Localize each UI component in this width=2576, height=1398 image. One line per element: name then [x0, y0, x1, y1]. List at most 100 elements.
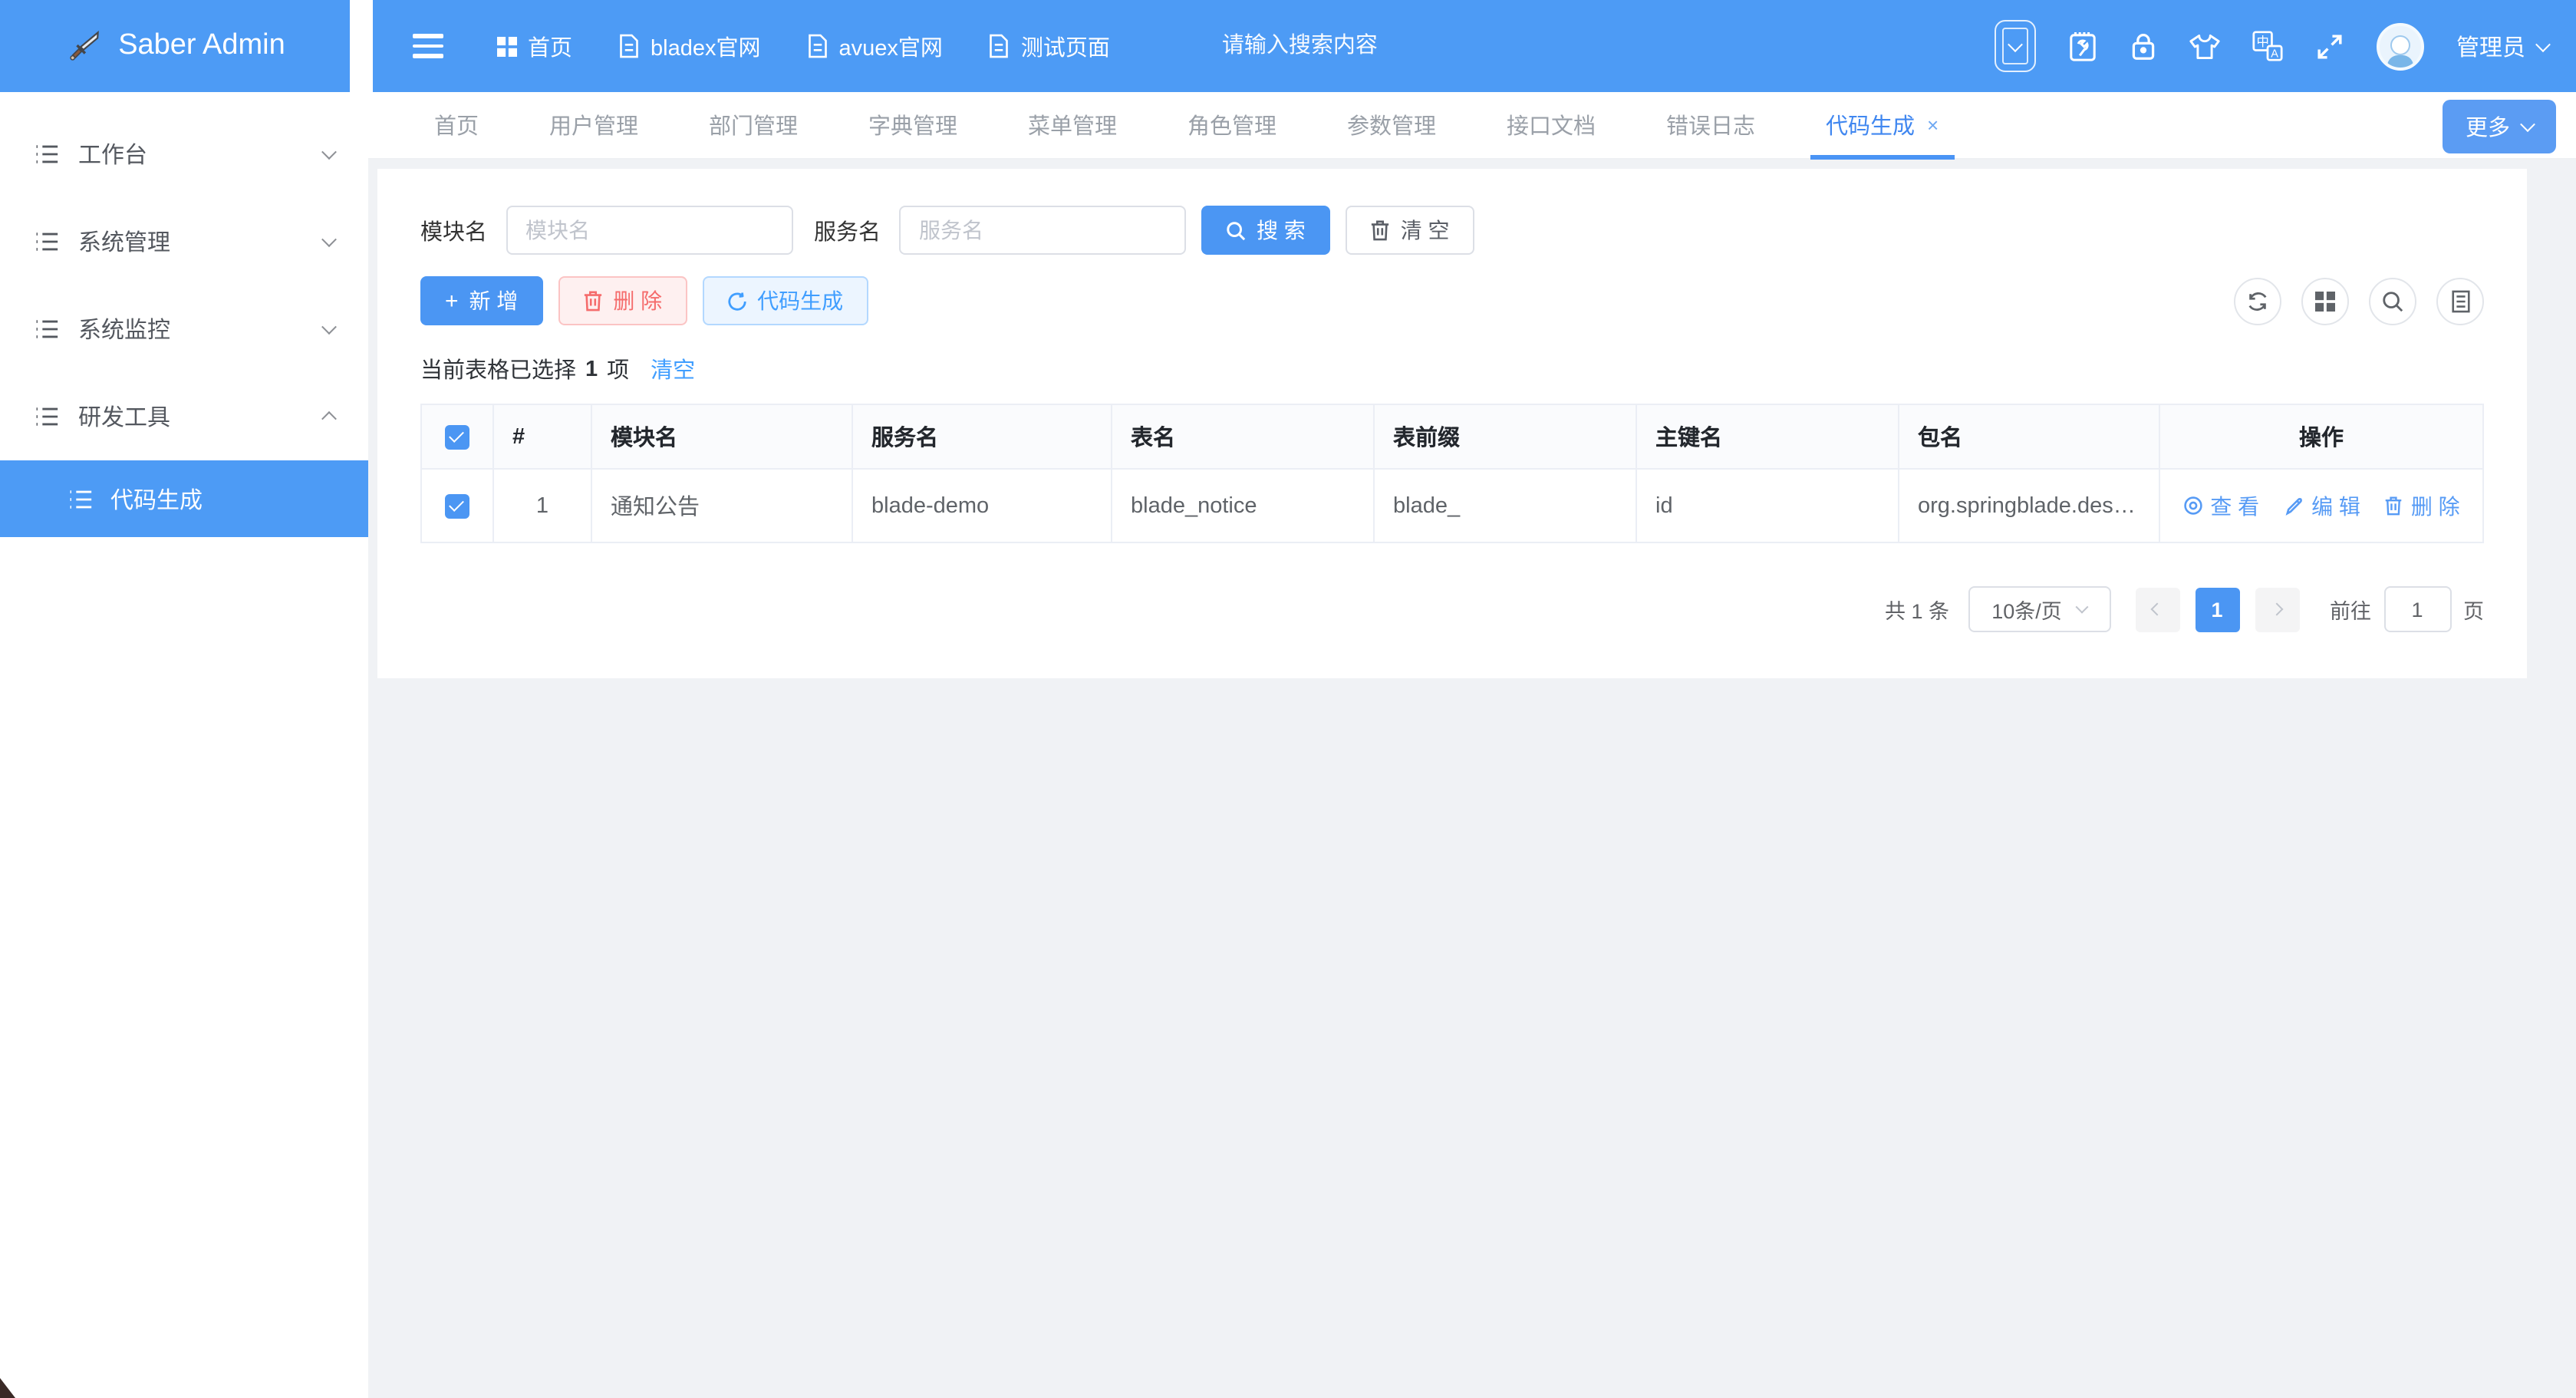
code-generate-button[interactable]: 代码生成	[702, 276, 868, 325]
theme-shirt-icon[interactable]	[2189, 31, 2220, 61]
prev-page-button[interactable]	[2135, 587, 2179, 631]
screenshot-icon[interactable]	[1995, 20, 2036, 72]
sidebar-item-system-management[interactable]: 系统管理	[0, 198, 368, 285]
tab-user-management[interactable]: 用户管理	[549, 91, 638, 159]
page-unit-label: 页	[2463, 594, 2484, 625]
col-package: 包名	[1899, 404, 2159, 469]
add-button[interactable]: + 新 增	[420, 276, 542, 325]
lock-icon[interactable]	[2130, 31, 2157, 61]
tab-bar: 首页 用户管理 部门管理 字典管理 菜单管理 角色管理 参数管理 接口文档 错误…	[368, 92, 2576, 160]
debug-tool-icon[interactable]	[2068, 30, 2097, 62]
col-table: 表名	[1112, 404, 1374, 469]
document-icon	[618, 34, 640, 58]
pagination-total: 共 1 条	[1885, 594, 1949, 625]
table-row: 1 通知公告 blade-demo blade_notice blade_ id…	[421, 469, 2483, 542]
logo: Saber Admin	[0, 0, 350, 92]
module-name-input[interactable]	[506, 206, 792, 255]
sidebar-item-dev-tools[interactable]: 研发工具	[0, 373, 368, 460]
menu-list-icon	[34, 229, 60, 255]
goto-label: 前往	[2330, 594, 2371, 625]
tab-home[interactable]: 首页	[434, 91, 479, 159]
search-toggle-icon[interactable]	[2369, 277, 2416, 325]
translate-icon[interactable]: 中 A	[2252, 31, 2283, 61]
top-menu-item-home[interactable]: 首页	[497, 30, 572, 62]
plus-icon: +	[445, 288, 459, 314]
module-name-label: 模块名	[420, 214, 487, 246]
avatar[interactable]	[2377, 22, 2424, 70]
close-icon[interactable]: ×	[1927, 114, 1939, 137]
global-search	[1219, 32, 1480, 60]
clear-button[interactable]: 清 空	[1346, 206, 1474, 255]
top-menu-label: 首页	[528, 30, 572, 62]
menu-list-icon	[68, 486, 94, 512]
service-name-input[interactable]	[899, 206, 1186, 255]
chevron-down-icon	[321, 232, 337, 247]
trash-icon	[1370, 219, 1390, 241]
goto-page: 前往 页	[2330, 586, 2484, 632]
top-menu-label: 测试页面	[1021, 30, 1110, 62]
table-toolbar	[2234, 277, 2484, 325]
collapse-menu-icon[interactable]	[413, 35, 443, 58]
sidebar-item-workbench[interactable]: 工作台	[0, 110, 368, 198]
selection-text: 当前表格已选择	[420, 353, 576, 385]
column-settings-icon[interactable]	[2301, 277, 2349, 325]
service-name-label: 服务名	[814, 214, 881, 246]
crud-card: 模块名 服务名 搜 索 清 空	[377, 169, 2527, 678]
menu-list-icon	[34, 404, 60, 430]
tab-menu-management[interactable]: 菜单管理	[1028, 91, 1117, 159]
top-menu-item-bladex[interactable]: bladex官网	[618, 30, 760, 62]
clear-selection-link[interactable]: 清空	[651, 353, 695, 385]
sidebar-item-label: 研发工具	[78, 401, 170, 433]
top-menu-item-avuex[interactable]: avuex官网	[806, 30, 942, 62]
row-checkbox[interactable]	[445, 493, 469, 518]
user-menu[interactable]: 管理员	[2456, 30, 2548, 62]
more-button[interactable]: 更多	[2443, 100, 2556, 153]
delete-button[interactable]: 删 除	[558, 276, 687, 325]
edit-row-button[interactable]: 编 辑	[2284, 490, 2360, 521]
selection-text: 项	[607, 353, 629, 385]
goto-page-input[interactable]	[2383, 586, 2451, 632]
current-page-button[interactable]: 1	[2195, 587, 2239, 631]
select-all-checkbox[interactable]	[445, 424, 469, 449]
table-header-row: # 模块名 服务名 表名 表前缀 主键名 包名 操作	[421, 404, 2483, 469]
refresh-icon[interactable]	[2234, 277, 2281, 325]
global-search-input[interactable]	[1219, 32, 1480, 60]
main-area: 首页 用户管理 部门管理 字典管理 菜单管理 角色管理 参数管理 接口文档 错误…	[368, 92, 2576, 1398]
next-page-button[interactable]	[2255, 587, 2299, 631]
sidebar: 工作台 系统管理 系统监控 研发工具	[0, 92, 368, 1398]
menu-list-icon	[34, 316, 60, 342]
col-pk: 主键名	[1636, 404, 1899, 469]
tab-code-generation[interactable]: 代码生成 ×	[1826, 91, 1939, 159]
cell-service: blade-demo	[852, 469, 1112, 542]
search-icon	[1226, 220, 1246, 240]
cell-index: 1	[493, 469, 591, 542]
delete-row-button[interactable]: 删 除	[2385, 490, 2460, 521]
tab-dept-management[interactable]: 部门管理	[709, 91, 798, 159]
tab-role-management[interactable]: 角色管理	[1188, 91, 1276, 159]
top-menu: 首页 bladex官网 avuex官网	[474, 30, 1133, 62]
tab-api-docs[interactable]: 接口文档	[1507, 91, 1596, 159]
tab-param-management[interactable]: 参数管理	[1347, 91, 1436, 159]
sidebar-item-code-generation[interactable]: 代码生成	[0, 460, 368, 537]
search-button[interactable]: 搜 索	[1201, 206, 1330, 255]
chevron-down-icon	[321, 144, 337, 160]
tab-dict-management[interactable]: 字典管理	[868, 91, 957, 159]
chevron-up-icon	[321, 411, 337, 427]
col-actions: 操作	[2159, 404, 2483, 469]
cell-package: org.springblade.desk...	[1899, 469, 2159, 542]
export-list-icon[interactable]	[2436, 277, 2484, 325]
fullscreen-icon[interactable]	[2315, 31, 2344, 61]
sidebar-item-label: 系统监控	[78, 313, 170, 345]
top-header: Saber Admin 首页 bladex官网	[0, 0, 2576, 92]
logo-gap	[350, 0, 373, 92]
top-menu-item-test[interactable]: 测试页面	[989, 30, 1110, 62]
selection-info: 当前表格已选择 1 项 清空	[420, 353, 2484, 385]
view-row-button[interactable]: 查 看	[2182, 490, 2259, 521]
topbar: 首页 bladex官网 avuex官网	[373, 0, 2576, 92]
tab-error-log[interactable]: 错误日志	[1666, 91, 1755, 159]
page-size-select[interactable]: 10条/页	[1968, 586, 2110, 632]
document-icon	[806, 34, 828, 58]
sidebar-item-system-monitor[interactable]: 系统监控	[0, 285, 368, 373]
sidebar-item-label: 代码生成	[110, 483, 203, 515]
sword-icon	[64, 26, 104, 66]
